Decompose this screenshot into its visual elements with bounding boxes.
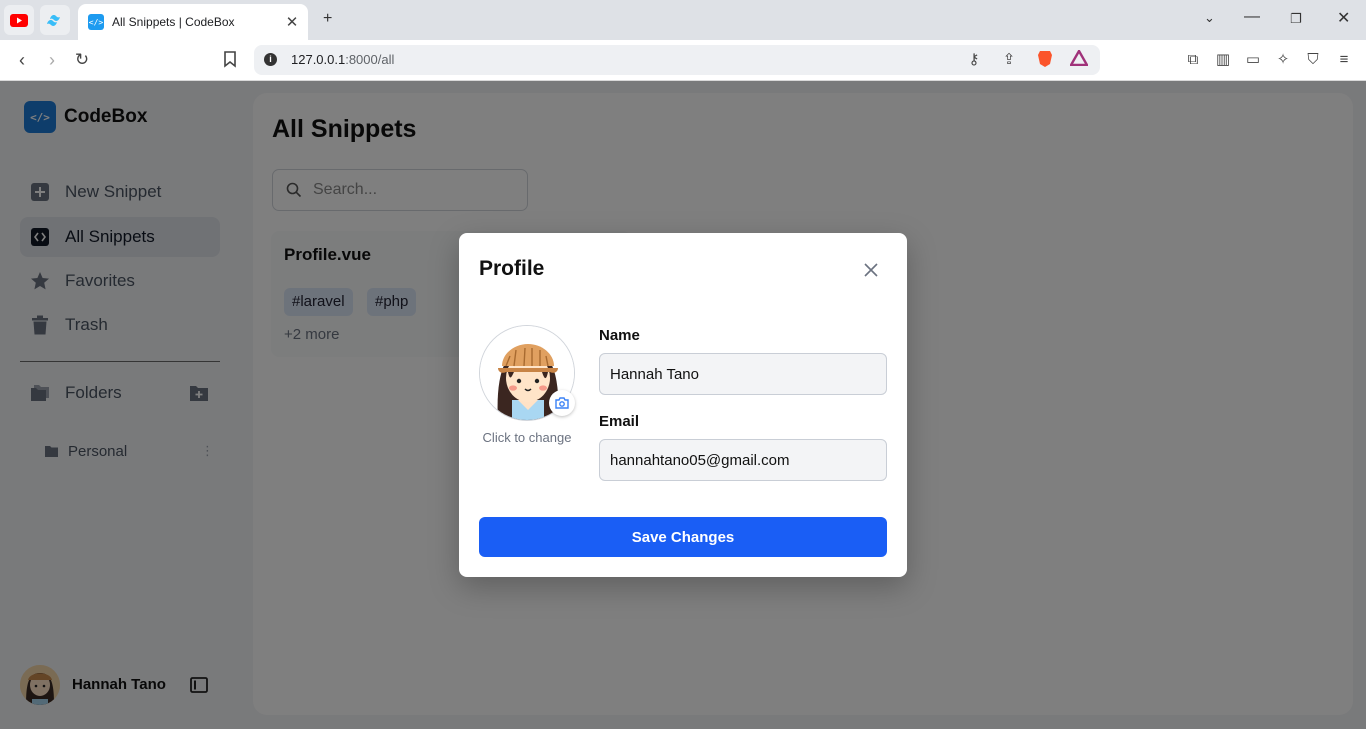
minimize-icon[interactable]: —	[1244, 8, 1260, 26]
key-icon[interactable]: ⚷	[964, 50, 984, 70]
name-field[interactable]	[599, 353, 887, 395]
camera-icon[interactable]	[549, 390, 575, 416]
email-field[interactable]	[599, 439, 887, 481]
forward-icon[interactable]: ›	[40, 48, 64, 72]
modal-title: Profile	[479, 257, 545, 280]
save-changes-button[interactable]: Save Changes	[479, 517, 887, 557]
close-icon[interactable]	[861, 260, 881, 280]
active-tab[interactable]: </> All Snippets | CodeBox ✕	[78, 4, 308, 40]
share-icon[interactable]: ⇪	[999, 50, 1019, 70]
tab-title: All Snippets | CodeBox	[112, 15, 235, 29]
bookmark-icon[interactable]	[218, 48, 242, 72]
reload-icon[interactable]: ↻	[70, 48, 94, 72]
youtube-icon	[10, 13, 28, 27]
sidebar-icon[interactable]: ▥	[1213, 50, 1233, 70]
name-label: Name	[599, 327, 640, 344]
extensions-icon[interactable]: ⧉	[1183, 50, 1203, 70]
avatar-hint: Click to change	[482, 430, 572, 445]
profile-modal: Profile Click to change Name Email Save …	[459, 233, 907, 577]
close-window-icon[interactable]: ✕	[1337, 8, 1350, 28]
menu-icon[interactable]: ≡	[1334, 50, 1354, 70]
codebox-favicon: </>	[88, 14, 104, 30]
browser-toolbar: ‹ › ↻ i 127.0.0.1:8000/all ⚷ ⇪ ⧉ ▥ ▭ ✧ ⛉…	[0, 40, 1366, 81]
vpn-icon[interactable]: ⛉	[1303, 50, 1323, 70]
restore-icon[interactable]: ❐	[1290, 11, 1302, 27]
brave-shield-icon[interactable]	[1035, 50, 1055, 70]
back-icon[interactable]: ‹	[10, 48, 34, 72]
browser-tab-strip: </> All Snippets | CodeBox ✕ + ⌄ — ❐ ✕	[0, 0, 1366, 40]
wallet-icon[interactable]: ▭	[1243, 50, 1263, 70]
leo-ai-icon[interactable]: ✧	[1273, 50, 1293, 70]
youtube-pinned-tab[interactable]	[4, 5, 34, 35]
email-label: Email	[599, 413, 640, 430]
tailwind-icon	[47, 15, 60, 26]
new-tab-icon[interactable]: +	[323, 10, 332, 28]
address-bar[interactable]: i 127.0.0.1:8000/all ⚷ ⇪	[254, 45, 1100, 75]
tab-search-chevron-icon[interactable]: ⌄	[1204, 10, 1215, 26]
tab-close-icon[interactable]: ✕	[282, 13, 302, 31]
tailwind-pinned-tab[interactable]	[40, 5, 70, 35]
address-url: 127.0.0.1:8000/all	[291, 52, 395, 67]
brave-rewards-icon[interactable]	[1068, 48, 1090, 70]
site-info-icon[interactable]: i	[264, 53, 277, 66]
